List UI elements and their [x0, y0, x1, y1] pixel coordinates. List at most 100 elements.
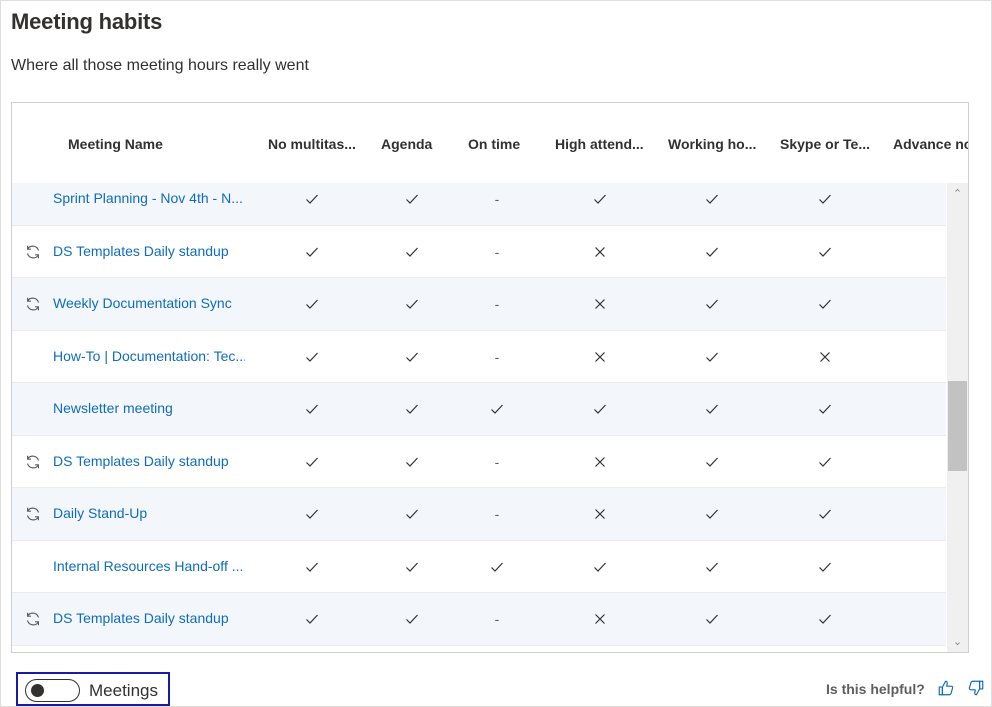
column-header-on-time[interactable]: On time	[468, 136, 528, 152]
check-icon	[704, 349, 720, 365]
thumbs-up-icon[interactable]	[937, 679, 955, 697]
check-icon	[817, 191, 833, 207]
table-row[interactable]: Newsletter meeting	[12, 383, 946, 436]
check-icon	[304, 244, 320, 260]
meeting-habits-card: Meeting habits Where all those meeting h…	[0, 0, 992, 707]
table-row[interactable]: DS Templates Daily standup -	[12, 593, 946, 646]
check-icon	[404, 611, 420, 627]
check-icon	[817, 611, 833, 627]
column-header-skype-or-teams[interactable]: Skype or Te...	[780, 136, 870, 152]
table-body: Sprint Planning - Nov 4th - N... - DS Temp…	[12, 183, 946, 652]
recurring-icon	[24, 505, 42, 523]
check-icon	[592, 559, 608, 575]
column-header-agenda[interactable]: Agenda	[381, 136, 441, 152]
meeting-name-link[interactable]: DS Templates Daily standup	[53, 243, 245, 259]
check-icon	[404, 454, 420, 470]
vertical-scrollbar[interactable]: ⌃ ⌄	[947, 183, 968, 652]
cross-icon	[592, 611, 608, 627]
thumbs-down-icon[interactable]	[967, 679, 985, 697]
column-header-no-multitasking[interactable]: No multitas...	[268, 136, 358, 152]
table-header: Meeting Name No multitas... Agenda On ti…	[12, 103, 968, 183]
column-header-working-hours[interactable]: Working ho...	[668, 136, 758, 152]
scrollbar-thumb[interactable]	[948, 381, 967, 471]
page-title: Meeting habits	[11, 9, 163, 34]
check-icon	[304, 611, 320, 627]
check-icon	[704, 506, 720, 522]
cross-icon	[592, 244, 608, 260]
table-row[interactable]: Sprint Planning - Nov 4th - N... -	[12, 183, 946, 226]
column-header-meeting-name[interactable]: Meeting Name	[68, 136, 248, 152]
check-icon	[817, 296, 833, 312]
check-icon	[489, 559, 505, 575]
dash-icon: -	[494, 453, 500, 470]
check-icon	[404, 349, 420, 365]
check-icon	[817, 559, 833, 575]
check-icon	[304, 506, 320, 522]
recurring-icon	[24, 453, 42, 471]
check-icon	[304, 349, 320, 365]
check-icon	[404, 191, 420, 207]
check-icon	[704, 244, 720, 260]
table-row[interactable]: Weekly Documentation Sync -	[12, 278, 946, 331]
check-icon	[304, 559, 320, 575]
dash-icon: -	[494, 191, 500, 208]
cross-icon	[592, 296, 608, 312]
cross-icon	[817, 349, 833, 365]
meeting-name-link[interactable]: DS Templates Daily standup	[53, 453, 245, 469]
toggle-knob	[31, 684, 44, 697]
cross-icon	[592, 349, 608, 365]
table-row[interactable]: Internal Resources Hand-off ...	[12, 541, 946, 593]
meeting-name-link[interactable]: DS Templates Daily standup	[53, 610, 245, 626]
check-icon	[404, 506, 420, 522]
dash-icon: -	[494, 243, 500, 260]
page-subtitle: Where all those meeting hours really wen…	[11, 57, 309, 74]
check-icon	[489, 401, 505, 417]
meeting-name-link[interactable]: Weekly Documentation Sync	[53, 295, 245, 311]
column-header-advance-notice[interactable]: Advance no	[893, 136, 968, 152]
check-icon	[304, 401, 320, 417]
check-icon	[704, 191, 720, 207]
check-icon	[404, 559, 420, 575]
recurring-icon	[24, 610, 42, 628]
meeting-name-link[interactable]: Newsletter meeting	[53, 400, 245, 416]
check-icon	[704, 454, 720, 470]
check-icon	[817, 401, 833, 417]
check-icon	[304, 191, 320, 207]
dash-icon: -	[494, 611, 500, 628]
helpful-prompt: Is this helpful?	[826, 681, 925, 697]
check-icon	[304, 454, 320, 470]
meeting-name-link[interactable]: Sprint Planning - Nov 4th - N...	[53, 190, 245, 206]
check-icon	[817, 506, 833, 522]
table-row[interactable]: DS Templates Daily standup -	[12, 226, 946, 278]
table-row[interactable]: DS Templates Daily standup -	[12, 436, 946, 488]
meetings-toggle-label: Meetings	[89, 681, 158, 700]
check-icon	[592, 401, 608, 417]
check-icon	[704, 611, 720, 627]
check-icon	[404, 401, 420, 417]
meeting-name-link[interactable]: Internal Resources Hand-off ...	[53, 558, 245, 574]
recurring-icon	[24, 295, 42, 313]
scroll-down-icon[interactable]: ⌄	[947, 633, 968, 651]
dash-icon: -	[494, 296, 500, 313]
meeting-name-link[interactable]: How-To | Documentation: Tec...	[53, 348, 245, 364]
dash-icon: -	[494, 348, 500, 365]
table-row[interactable]: How-To | Documentation: Tec... -	[12, 331, 946, 383]
check-icon	[304, 296, 320, 312]
meetings-toggle[interactable]	[25, 679, 80, 702]
meeting-name-link[interactable]: Daily Stand-Up	[53, 505, 245, 521]
check-icon	[704, 559, 720, 575]
check-icon	[817, 244, 833, 260]
check-icon	[404, 244, 420, 260]
cross-icon	[592, 506, 608, 522]
check-icon	[704, 296, 720, 312]
column-header-high-attendance[interactable]: High attend...	[555, 136, 647, 152]
dash-icon: -	[494, 506, 500, 523]
table-row[interactable]: Daily Stand-Up -	[12, 488, 946, 541]
recurring-icon	[24, 243, 42, 261]
scroll-up-icon[interactable]: ⌃	[947, 185, 968, 203]
check-icon	[817, 454, 833, 470]
meetings-table: Meeting Name No multitas... Agenda On ti…	[11, 102, 969, 653]
cross-icon	[592, 454, 608, 470]
check-icon	[704, 401, 720, 417]
check-icon	[592, 191, 608, 207]
